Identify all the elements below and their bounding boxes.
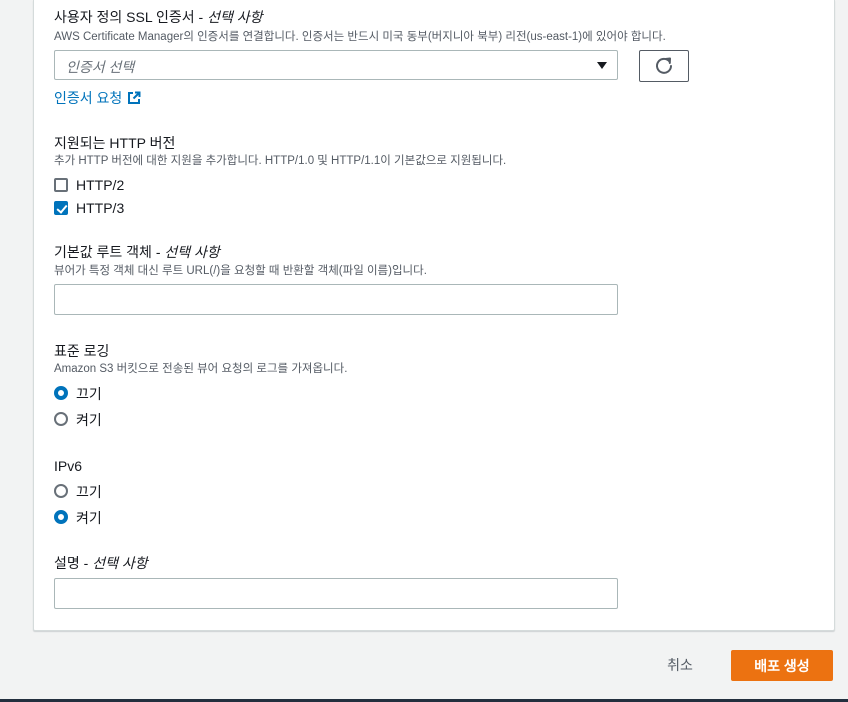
ssl-optional-text: 선택 사항 <box>207 9 263 25</box>
logging-off-label[interactable]: 끄기 <box>76 384 102 404</box>
request-certificate-link[interactable]: 인증서 요청 <box>54 88 141 108</box>
http2-label[interactable]: HTTP/2 <box>76 177 124 193</box>
standard-logging-description: Amazon S3 버킷으로 전송된 뷰어 요청의 로그를 가져옵니다. <box>54 363 348 375</box>
cancel-button[interactable]: 취소 <box>652 650 708 680</box>
refresh-certificates-button[interactable] <box>639 50 689 82</box>
http3-checkbox[interactable] <box>54 201 68 215</box>
ipv6-label: IPv6 <box>54 458 83 474</box>
logging-on-label[interactable]: 켜기 <box>76 410 102 430</box>
http3-label[interactable]: HTTP/3 <box>76 200 124 216</box>
certificate-select[interactable]: 인증서 선택 <box>54 50 618 80</box>
ssl-certificate-label: 사용자 정의 SSL 인증서 - 선택 사항 <box>54 9 263 25</box>
request-certificate-link-text[interactable]: 인증서 요청 <box>54 88 122 108</box>
refresh-icon <box>656 57 672 74</box>
create-distribution-button[interactable]: 배포 생성 <box>731 650 833 681</box>
certificate-select-placeholder: 인증서 선택 <box>66 59 135 75</box>
ipv6-off-radio[interactable] <box>54 484 68 498</box>
logging-off-radio[interactable] <box>54 386 68 400</box>
description-label-text: 설명 <box>54 555 80 571</box>
external-link-icon <box>128 91 141 104</box>
description-input[interactable] <box>54 578 618 609</box>
root-object-input[interactable] <box>54 284 618 315</box>
ssl-label-text: 사용자 정의 SSL 인증서 <box>54 9 195 25</box>
ipv6-on-label[interactable]: 켜기 <box>76 508 102 528</box>
http2-checkbox[interactable] <box>54 178 68 192</box>
settings-panel <box>33 0 835 631</box>
caret-down-icon <box>597 62 607 69</box>
logging-on-radio[interactable] <box>54 412 68 426</box>
root-object-label: 기본값 루트 객체 - 선택 사항 <box>54 244 220 260</box>
http-versions-label: 지원되는 HTTP 버전 <box>54 135 176 151</box>
http-versions-description: 추가 HTTP 버전에 대한 지원을 추가합니다. HTTP/1.0 및 HTT… <box>54 155 507 167</box>
root-object-label-text: 기본값 루트 객체 <box>54 244 152 260</box>
standard-logging-label: 표준 로깅 <box>54 343 110 359</box>
ssl-certificate-description: AWS Certificate Manager의 인증서를 연결합니다. 인증서… <box>54 31 666 43</box>
ipv6-on-radio[interactable] <box>54 510 68 524</box>
root-object-description: 뷰어가 특정 객체 대신 루트 URL(/)을 요청할 때 반환할 객체(파일 … <box>54 265 427 277</box>
description-field-label: 설명 - 선택 사항 <box>54 555 148 571</box>
root-object-optional-text: 선택 사항 <box>164 244 220 260</box>
description-optional-text: 선택 사항 <box>92 555 148 571</box>
ipv6-off-label[interactable]: 끄기 <box>76 482 102 502</box>
